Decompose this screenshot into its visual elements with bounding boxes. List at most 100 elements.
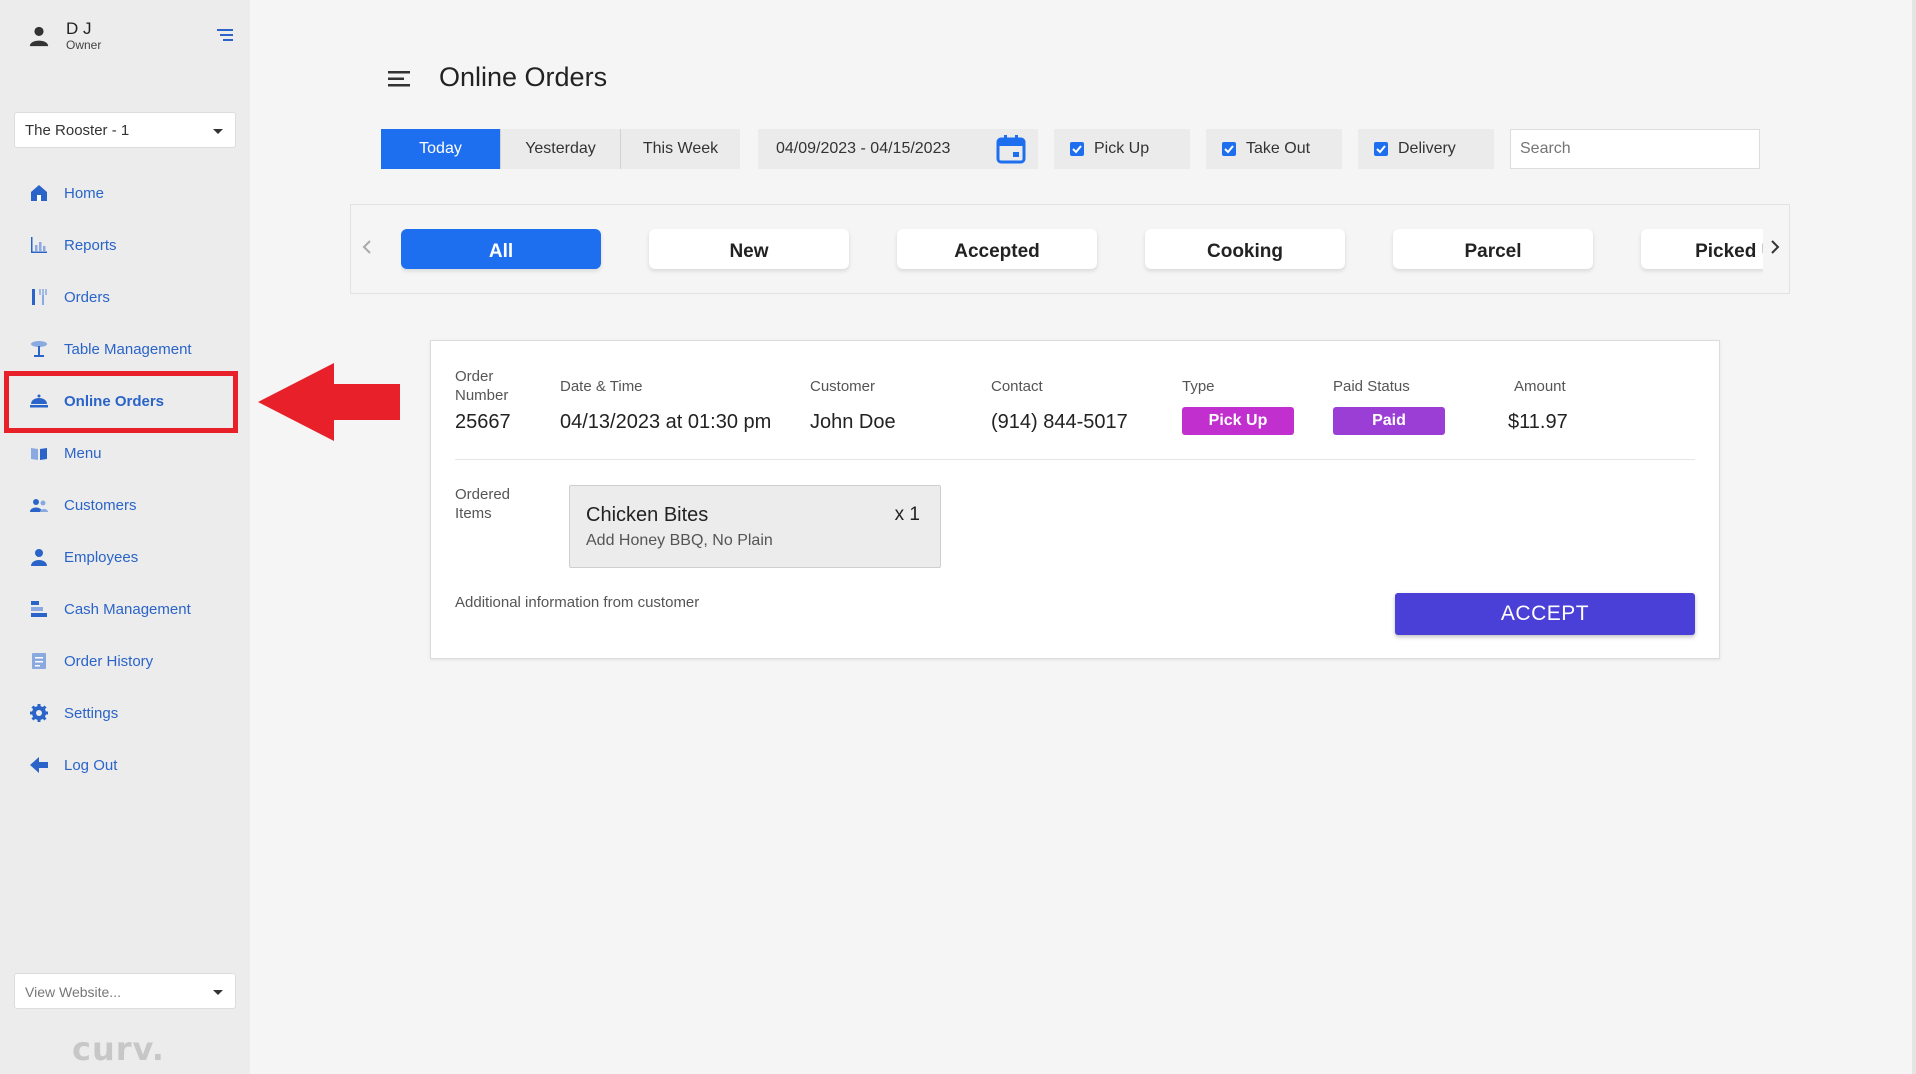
ordered-items-label: Ordered Items	[455, 486, 511, 522]
sidebar-collapse-icon[interactable]	[217, 28, 233, 42]
paid-status-badge: Paid	[1333, 407, 1445, 435]
sidebar-item-customers[interactable]: Customers	[0, 479, 250, 531]
type-label: Type	[1182, 378, 1215, 395]
status-tabs-track: All New Accepted Cooking Parcel Picked U…	[401, 229, 1763, 275]
chevron-right-icon[interactable]	[1769, 239, 1781, 255]
sidebar-item-reports[interactable]: Reports	[0, 219, 250, 271]
tab-status-accepted[interactable]: Accepted	[897, 229, 1097, 269]
date-time-label: Date & Time	[560, 378, 643, 395]
chevron-left-icon[interactable]	[361, 239, 373, 255]
filter-pickup-checkbox[interactable]: Pick Up	[1054, 129, 1190, 169]
sidebar-item-label: Home	[64, 184, 105, 202]
checkbox-checked-icon	[1222, 142, 1236, 156]
sidebar-item-label: Settings	[64, 704, 119, 722]
filter-pickup-label: Pick Up	[1094, 140, 1150, 157]
amount-value: $11.97	[1508, 411, 1568, 433]
calendar-icon[interactable]	[996, 134, 1026, 164]
menu-book-icon	[28, 442, 50, 464]
store-select-value: The Rooster - 1	[25, 122, 130, 139]
date-filter-tabs: Today Yesterday This Week	[381, 129, 740, 169]
brand-logo: curv.	[72, 1030, 165, 1068]
checkbox-checked-icon	[1374, 142, 1388, 156]
customers-icon	[28, 494, 50, 516]
chevron-down-icon	[213, 990, 223, 995]
additional-info-label: Additional information from customer	[455, 594, 700, 611]
customer-label: Customer	[810, 378, 876, 395]
sidebar-item-menu[interactable]: Menu	[0, 427, 250, 479]
logout-icon	[28, 754, 50, 776]
gear-icon	[28, 702, 50, 724]
sidebar-item-label: Reports	[64, 236, 117, 254]
home-icon	[28, 182, 50, 204]
employees-icon	[28, 546, 50, 568]
contact-label: Contact	[991, 378, 1043, 395]
online-orders-highlight-box	[4, 371, 238, 433]
tab-status-all[interactable]: All	[401, 229, 601, 269]
filter-delivery-checkbox[interactable]: Delivery	[1358, 129, 1494, 169]
search-input[interactable]	[1510, 129, 1760, 169]
date-time-value: 04/13/2023 at 01:30 pm	[560, 411, 772, 433]
sidebar-item-label: Customers	[64, 496, 137, 514]
filter-delivery-label: Delivery	[1398, 140, 1456, 157]
chevron-down-icon	[213, 129, 223, 134]
filter-takeout-checkbox[interactable]: Take Out	[1206, 129, 1342, 169]
sidebar-item-table-management[interactable]: Table Management	[0, 323, 250, 375]
sidebar-item-label: Table Management	[64, 340, 192, 358]
sidebar-item-orders[interactable]: Orders	[0, 271, 250, 323]
customer-value: John Doe	[810, 411, 896, 433]
user-profile[interactable]: D J Owner	[28, 20, 101, 52]
tab-today[interactable]: Today	[381, 129, 500, 169]
sidebar-item-label: Employees	[64, 548, 139, 566]
order-card-divider	[455, 459, 1695, 460]
item-modifiers: Add Honey BBQ, No Plain	[586, 532, 773, 549]
order-type-badge: Pick Up	[1182, 407, 1294, 435]
date-range-value: 04/09/2023 - 04/15/2023	[776, 140, 951, 157]
store-select[interactable]: The Rooster - 1	[14, 112, 236, 148]
item-name: Chicken Bites	[586, 504, 709, 526]
filter-takeout-label: Take Out	[1246, 140, 1311, 157]
hamburger-menu-icon[interactable]	[388, 70, 410, 88]
tab-status-cooking[interactable]: Cooking	[1145, 229, 1345, 269]
order-card: Order Number 25667 Date & Time 04/13/202…	[430, 340, 1720, 659]
tab-this-week[interactable]: This Week	[620, 129, 740, 169]
sidebar-item-label: Menu	[64, 444, 102, 462]
sidebar-item-order-history[interactable]: Order History	[0, 635, 250, 687]
accept-button[interactable]: ACCEPT	[1395, 593, 1695, 635]
orders-icon	[28, 286, 50, 308]
page-title: Online Orders	[439, 62, 608, 92]
sidebar-item-label: Orders	[64, 288, 110, 306]
table-icon	[28, 338, 50, 360]
paid-status-label: Paid Status	[1333, 378, 1410, 395]
tab-status-new[interactable]: New	[649, 229, 849, 269]
view-website-value: View Website...	[25, 984, 121, 1000]
amount-label: Amount	[1514, 378, 1566, 395]
sidebar-item-log-out[interactable]: Log Out	[0, 739, 250, 791]
order-history-icon	[28, 650, 50, 672]
ordered-item: Chicken Bites x 1 Add Honey BBQ, No Plai…	[569, 485, 941, 568]
tab-status-parcel[interactable]: Parcel	[1393, 229, 1593, 269]
tab-yesterday[interactable]: Yesterday	[500, 129, 620, 169]
sidebar-item-label: Order History	[64, 652, 154, 670]
sidebar: D J Owner The Rooster - 1 Home Reports O…	[0, 0, 250, 1074]
sidebar-item-cash-management[interactable]: Cash Management	[0, 583, 250, 635]
sidebar-item-employees[interactable]: Employees	[0, 531, 250, 583]
cash-icon	[28, 598, 50, 620]
view-website-select[interactable]: View Website...	[14, 973, 236, 1009]
user-role: Owner	[66, 38, 102, 52]
tab-status-picked-up[interactable]: Picked Up	[1641, 229, 1763, 269]
user-avatar-icon	[29, 26, 49, 47]
order-number-value: 25667	[455, 411, 511, 433]
status-tabs-bar: All New Accepted Cooking Parcel Picked U…	[350, 204, 1790, 294]
sidebar-item-settings[interactable]: Settings	[0, 687, 250, 739]
sidebar-item-home[interactable]: Home	[0, 167, 250, 219]
red-arrow-icon	[258, 363, 400, 441]
sidebar-item-label: Cash Management	[64, 600, 191, 618]
user-name: D J	[66, 19, 92, 38]
sidebar-nav: Home Reports Orders Table Management Onl…	[0, 167, 250, 791]
date-range-picker[interactable]: 04/09/2023 - 04/15/2023	[758, 129, 1038, 169]
scrollbar-track[interactable]	[1912, 0, 1916, 1074]
order-number-label: Order Number	[455, 368, 509, 404]
reports-icon	[28, 234, 50, 256]
contact-value: (914) 844-5017	[991, 411, 1128, 433]
sidebar-item-label: Log Out	[64, 756, 118, 774]
